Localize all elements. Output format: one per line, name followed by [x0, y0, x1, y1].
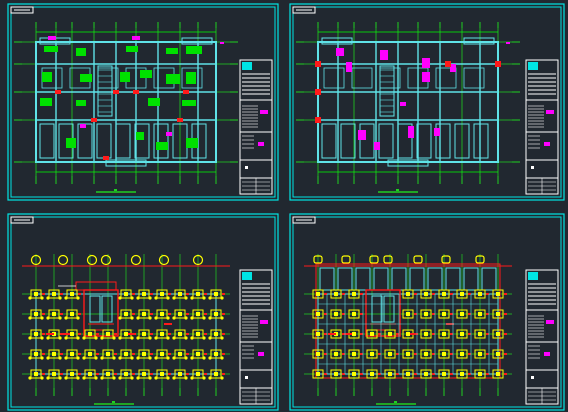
- axis-bubble: [341, 255, 351, 264]
- axis-bubble: [130, 254, 142, 266]
- axis-bubble: [86, 254, 98, 266]
- axis-bubble: [100, 254, 112, 266]
- sheet-2: [289, 3, 565, 201]
- axis-bubble: [441, 255, 451, 264]
- sheet-inner-frame: [292, 6, 562, 198]
- axis-bubble: [158, 254, 170, 266]
- axis-bubble: [369, 255, 379, 264]
- cad-drawing-canvas[interactable]: [0, 0, 568, 412]
- axis-bubble: [413, 255, 423, 264]
- sheet-outer-frame: [289, 3, 565, 201]
- axis-bubble: [57, 254, 69, 266]
- sheet-4: [289, 213, 565, 411]
- sheet-1: [7, 3, 279, 201]
- drawing-svg[interactable]: [0, 0, 568, 412]
- axis-bubble: [383, 255, 393, 264]
- sheet-3: [7, 213, 279, 411]
